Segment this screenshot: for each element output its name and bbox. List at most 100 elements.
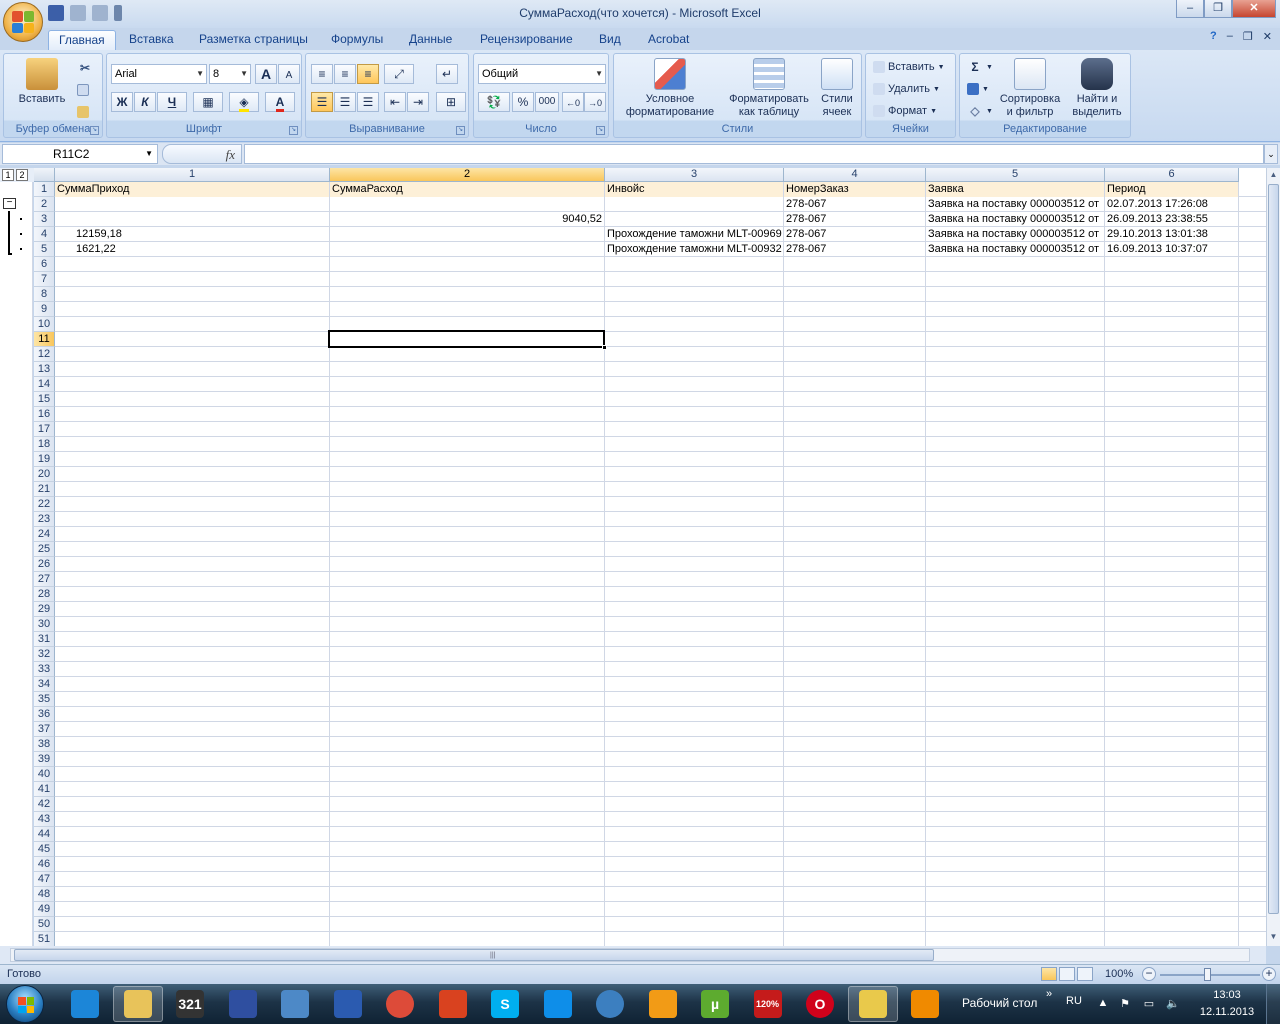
row-header-11[interactable]: 11 [34,332,55,347]
row-header-26[interactable]: 26 [34,557,55,572]
table-cell[interactable]: 16.09.2013 10:37:07 [1105,242,1238,257]
column-title-cell[interactable]: Период [1105,182,1238,197]
taskbar-utorrent-button[interactable]: µ [690,986,740,1022]
expand-formula-bar-icon[interactable]: ⌄ [1264,144,1278,164]
table-cell[interactable] [330,242,604,257]
alignment-launcher-icon[interactable]: ↘ [456,126,465,135]
zoom-slider-thumb[interactable] [1204,968,1211,981]
tab-review[interactable]: Рецензирование [470,30,583,50]
network-icon[interactable]: ▭ [1142,997,1156,1011]
underline-button[interactable]: Ч [157,92,187,112]
row-header-3[interactable]: 3 [34,212,55,227]
row-header-33[interactable]: 33 [34,662,55,677]
percent-button[interactable]: % [512,92,534,112]
cut-button[interactable]: ✂ [74,58,96,78]
wrap-text-button[interactable]: ↵ [436,64,458,84]
desktop-toolbar-label[interactable]: Рабочий стол [962,996,1037,1010]
number-format-combo[interactable]: Общий ▼ [478,64,606,84]
table-cell[interactable] [55,197,329,212]
table-cell[interactable]: Заявка на поставку 000003512 от [926,212,1104,227]
table-cell[interactable]: 26.09.2013 23:38:55 [1105,212,1238,227]
column-header-6[interactable]: 6 [1105,168,1239,182]
column-title-cell[interactable]: Инвойс [605,182,783,197]
vertical-scrollbar[interactable]: ▲ ▼ [1266,168,1280,946]
column-header-2[interactable]: 2 [330,168,605,182]
maximize-button[interactable]: ❐ [1204,0,1232,18]
align-center-button[interactable]: ☰ [334,92,356,112]
zoom-level[interactable]: 100% [1105,968,1133,980]
align-middle-button[interactable]: ≡ [334,64,356,84]
normal-view-button[interactable] [1041,967,1057,981]
increase-decimal-button[interactable]: ←0 [562,92,584,112]
clock-date[interactable]: 12.11.2013 [1196,1006,1258,1018]
fill-color-button[interactable]: ◈ [229,92,259,112]
table-cell[interactable]: Заявка на поставку 000003512 от [926,242,1104,257]
bold-button[interactable]: Ж [111,92,133,112]
cell-styles-button[interactable]: Стили ячеек [814,58,860,119]
row-header-20[interactable]: 20 [34,467,55,482]
row-header-14[interactable]: 14 [34,377,55,392]
select-all-corner[interactable] [34,168,55,182]
row-header-4[interactable]: 4 [34,227,55,242]
taskbar-excel-button[interactable] [847,986,898,1022]
table-cell[interactable]: 278-067 [784,242,925,257]
row-header-16[interactable]: 16 [34,407,55,422]
close-workbook-icon[interactable]: ✕ [1263,30,1272,43]
row-header-34[interactable]: 34 [34,677,55,692]
grow-font-button[interactable]: A [255,64,277,84]
row-header-12[interactable]: 12 [34,347,55,362]
taskbar-explorer-button[interactable] [112,986,163,1022]
table-cell[interactable]: 278-067 [784,227,925,242]
table-cell[interactable]: Прохождение таможни MLT-00932 [605,242,783,257]
office-button[interactable] [3,2,43,42]
zoom-in-button[interactable]: + [1262,967,1276,981]
font-color-button[interactable]: A [265,92,295,112]
copy-button[interactable] [74,80,92,100]
table-cell[interactable]: 02.07.2013 17:26:08 [1105,197,1238,212]
tab-data[interactable]: Данные [399,30,462,50]
tab-home[interactable]: Главная [48,30,116,50]
increase-indent-button[interactable]: ⇥ [407,92,429,112]
scroll-down-icon[interactable]: ▼ [1267,930,1280,944]
italic-button[interactable]: К [134,92,156,112]
row-header-35[interactable]: 35 [34,692,55,707]
row-header-18[interactable]: 18 [34,437,55,452]
show-hidden-icons-icon[interactable]: ▲ [1096,997,1110,1011]
shrink-font-button[interactable]: A [278,64,300,84]
conditional-formatting-button[interactable]: Условное форматирование [618,58,722,119]
column-header-5[interactable]: 5 [926,168,1105,182]
row-header-51[interactable]: 51 [34,932,55,946]
table-cell[interactable] [605,212,783,227]
close-button[interactable]: ✕ [1232,0,1276,18]
row-header-46[interactable]: 46 [34,857,55,872]
tab-view[interactable]: Вид [589,30,631,50]
table-cell[interactable]: 12159,18 [55,227,329,242]
row-header-44[interactable]: 44 [34,827,55,842]
taskbar-calendar-button[interactable]: 321 [165,986,215,1022]
name-box[interactable]: R11C2 ▼ [2,144,158,164]
format-as-table-button[interactable]: Форматировать как таблицу [722,58,816,119]
row-header-30[interactable]: 30 [34,617,55,632]
column-title-cell[interactable]: СуммаРасход [330,182,604,197]
decrease-indent-button[interactable]: ⇤ [384,92,406,112]
minimize-button[interactable]: – [1176,0,1204,18]
fx-icon[interactable]: fx [226,147,235,163]
taskbar-skype-button[interactable]: S [480,986,530,1022]
row-header-5[interactable]: 5 [34,242,55,257]
fill-button[interactable]: ▼ [964,79,992,99]
active-cell-selection[interactable] [328,330,607,350]
page-layout-view-button[interactable] [1059,967,1075,981]
row-header-39[interactable]: 39 [34,752,55,767]
taskbar-mail-button[interactable] [270,986,320,1022]
row-header-45[interactable]: 45 [34,842,55,857]
tab-formulas[interactable]: Формулы [321,30,393,50]
taskbar-vlc-button[interactable] [900,986,950,1022]
volume-icon[interactable]: 🔈 [1166,997,1180,1011]
taskbar-shield-button[interactable] [585,986,635,1022]
scroll-up-icon[interactable]: ▲ [1267,168,1280,182]
row-header-6[interactable]: 6 [34,257,55,272]
row-header-48[interactable]: 48 [34,887,55,902]
table-cell[interactable]: 9040,52 [330,212,604,227]
number-launcher-icon[interactable]: ↘ [596,126,605,135]
table-cell[interactable]: 1621,22 [55,242,329,257]
